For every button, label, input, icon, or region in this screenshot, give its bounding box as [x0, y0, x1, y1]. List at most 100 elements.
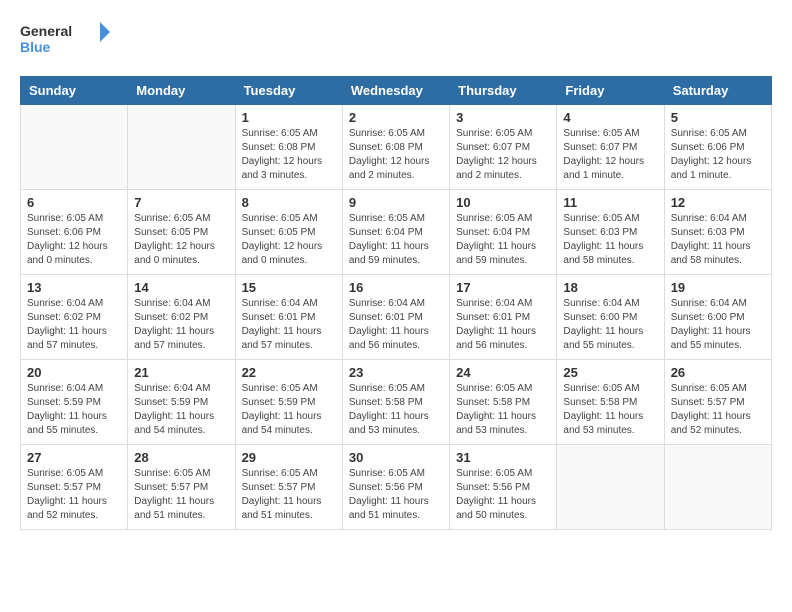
day-info: Sunrise: 6:04 AM Sunset: 6:01 PM Dayligh…: [456, 297, 550, 353]
calendar-day-cell: 27 Sunrise: 6:05 AM Sunset: 5:57 PM Dayli…: [21, 445, 128, 530]
day-number: 15: [242, 280, 336, 295]
calendar-day-cell: 22Sunrise: 6:05 AM Sunset: 5:59 PM Dayli…: [235, 360, 342, 445]
day-info: Sunrise: 6:04 AM Sunset: 6:01 PM Dayligh…: [242, 297, 336, 353]
day-info: Sunrise: 6:05 AM Sunset: 5:57 PM Dayligh…: [27, 467, 121, 523]
calendar-day-cell: 14Sunrise: 6:04 AM Sunset: 6:02 PM Dayli…: [128, 275, 235, 360]
day-number: 9: [349, 195, 443, 210]
day-number: 7: [134, 195, 228, 210]
calendar-day-cell: 21 Sunrise: 6:04 AM Sunset: 5:59 PM Dayli…: [128, 360, 235, 445]
calendar-day-cell: 29 Sunrise: 6:05 AM Sunset: 5:57 PM Dayli…: [235, 445, 342, 530]
logo-svg: General Blue: [20, 20, 110, 60]
day-number: 17: [456, 280, 550, 295]
calendar-table: SundayMondayTuesdayWednesdayThursdayFrid…: [20, 76, 772, 530]
day-number: 10: [456, 195, 550, 210]
calendar-week-row: 27 Sunrise: 6:05 AM Sunset: 5:57 PM Dayli…: [21, 445, 772, 530]
calendar-week-row: 1Sunrise: 6:05 AM Sunset: 6:08 PM Daylig…: [21, 105, 772, 190]
calendar-day-cell: [128, 105, 235, 190]
day-info: Sunrise: 6:04 AM Sunset: 6:00 PM Dayligh…: [563, 297, 657, 353]
day-info: Sunrise: 6:04 AM Sunset: 6:03 PM Dayligh…: [671, 212, 765, 268]
calendar-day-cell: 8Sunrise: 6:05 AM Sunset: 6:05 PM Daylig…: [235, 190, 342, 275]
calendar-day-cell: 30 Sunrise: 6:05 AM Sunset: 5:56 PM Dayli…: [342, 445, 449, 530]
day-info: Sunrise: 6:04 AM Sunset: 6:02 PM Dayligh…: [27, 297, 121, 353]
day-info: Sunrise: 6:05 AM Sunset: 5:56 PM Dayligh…: [456, 467, 550, 523]
calendar-day-cell: 2 Sunrise: 6:05 AM Sunset: 6:08 PM Daylig…: [342, 105, 449, 190]
day-of-week-header: Wednesday: [342, 77, 449, 105]
day-info: Sunrise: 6:05 AM Sunset: 6:07 PM Dayligh…: [456, 127, 550, 183]
day-of-week-header: Saturday: [664, 77, 771, 105]
day-number: 3: [456, 110, 550, 125]
calendar-week-row: 6 Sunrise: 6:05 AM Sunset: 6:06 PM Daylig…: [21, 190, 772, 275]
day-info: Sunrise: 6:05 AM Sunset: 5:58 PM Dayligh…: [349, 382, 443, 438]
calendar-day-cell: 20Sunrise: 6:04 AM Sunset: 5:59 PM Dayli…: [21, 360, 128, 445]
calendar-day-cell: 17 Sunrise: 6:04 AM Sunset: 6:01 PM Dayli…: [450, 275, 557, 360]
day-number: 14: [134, 280, 228, 295]
calendar-day-cell: 6 Sunrise: 6:05 AM Sunset: 6:06 PM Daylig…: [21, 190, 128, 275]
day-number: 2: [349, 110, 443, 125]
day-of-week-header: Friday: [557, 77, 664, 105]
day-info: Sunrise: 6:05 AM Sunset: 6:03 PM Dayligh…: [563, 212, 657, 268]
day-number: 18: [563, 280, 657, 295]
day-number: 30: [349, 450, 443, 465]
day-info: Sunrise: 6:04 AM Sunset: 6:01 PM Dayligh…: [349, 297, 443, 353]
day-number: 26: [671, 365, 765, 380]
calendar-day-cell: 18 Sunrise: 6:04 AM Sunset: 6:00 PM Dayli…: [557, 275, 664, 360]
page-header: General Blue: [20, 20, 772, 60]
day-number: 6: [27, 195, 121, 210]
calendar-day-cell: 4 Sunrise: 6:05 AM Sunset: 6:07 PM Daylig…: [557, 105, 664, 190]
calendar-day-cell: 16 Sunrise: 6:04 AM Sunset: 6:01 PM Dayli…: [342, 275, 449, 360]
calendar-day-cell: 23 Sunrise: 6:05 AM Sunset: 5:58 PM Dayli…: [342, 360, 449, 445]
day-number: 29: [242, 450, 336, 465]
day-number: 21: [134, 365, 228, 380]
day-number: 25: [563, 365, 657, 380]
calendar-day-cell: [21, 105, 128, 190]
day-info: Sunrise: 6:04 AM Sunset: 5:59 PM Dayligh…: [27, 382, 121, 438]
day-info: Sunrise: 6:05 AM Sunset: 5:57 PM Dayligh…: [242, 467, 336, 523]
calendar-day-cell: 12 Sunrise: 6:04 AM Sunset: 6:03 PM Dayli…: [664, 190, 771, 275]
day-number: 27: [27, 450, 121, 465]
calendar-week-row: 20Sunrise: 6:04 AM Sunset: 5:59 PM Dayli…: [21, 360, 772, 445]
day-info: Sunrise: 6:05 AM Sunset: 5:56 PM Dayligh…: [349, 467, 443, 523]
calendar-day-cell: 25 Sunrise: 6:05 AM Sunset: 5:58 PM Dayli…: [557, 360, 664, 445]
day-number: 8: [242, 195, 336, 210]
day-of-week-header: Thursday: [450, 77, 557, 105]
day-info: Sunrise: 6:05 AM Sunset: 6:04 PM Dayligh…: [349, 212, 443, 268]
day-info: Sunrise: 6:05 AM Sunset: 6:08 PM Dayligh…: [349, 127, 443, 183]
day-info: Sunrise: 6:05 AM Sunset: 6:08 PM Dayligh…: [242, 127, 336, 183]
calendar-day-cell: 9 Sunrise: 6:05 AM Sunset: 6:04 PM Daylig…: [342, 190, 449, 275]
day-number: 13: [27, 280, 121, 295]
calendar-day-cell: 10Sunrise: 6:05 AM Sunset: 6:04 PM Dayli…: [450, 190, 557, 275]
day-number: 23: [349, 365, 443, 380]
calendar-day-cell: 24 Sunrise: 6:05 AM Sunset: 5:58 PM Dayli…: [450, 360, 557, 445]
day-number: 4: [563, 110, 657, 125]
day-info: Sunrise: 6:05 AM Sunset: 5:59 PM Dayligh…: [242, 382, 336, 438]
svg-text:Blue: Blue: [20, 39, 51, 55]
day-info: Sunrise: 6:05 AM Sunset: 5:58 PM Dayligh…: [563, 382, 657, 438]
day-info: Sunrise: 6:04 AM Sunset: 5:59 PM Dayligh…: [134, 382, 228, 438]
day-number: 31: [456, 450, 550, 465]
day-of-week-header: Monday: [128, 77, 235, 105]
day-info: Sunrise: 6:05 AM Sunset: 6:06 PM Dayligh…: [671, 127, 765, 183]
day-number: 24: [456, 365, 550, 380]
day-number: 11: [563, 195, 657, 210]
svg-text:General: General: [20, 23, 72, 39]
day-number: 12: [671, 195, 765, 210]
day-info: Sunrise: 6:05 AM Sunset: 6:06 PM Dayligh…: [27, 212, 121, 268]
calendar-day-cell: 13 Sunrise: 6:04 AM Sunset: 6:02 PM Dayli…: [21, 275, 128, 360]
day-of-week-header: Sunday: [21, 77, 128, 105]
day-of-week-header: Tuesday: [235, 77, 342, 105]
day-number: 28: [134, 450, 228, 465]
calendar-day-cell: 28 Sunrise: 6:05 AM Sunset: 5:57 PM Dayli…: [128, 445, 235, 530]
calendar-day-cell: [557, 445, 664, 530]
day-number: 16: [349, 280, 443, 295]
day-info: Sunrise: 6:05 AM Sunset: 6:07 PM Dayligh…: [563, 127, 657, 183]
day-number: 5: [671, 110, 765, 125]
calendar-day-cell: [664, 445, 771, 530]
day-info: Sunrise: 6:04 AM Sunset: 6:00 PM Dayligh…: [671, 297, 765, 353]
day-info: Sunrise: 6:05 AM Sunset: 5:58 PM Dayligh…: [456, 382, 550, 438]
calendar-week-row: 13 Sunrise: 6:04 AM Sunset: 6:02 PM Dayli…: [21, 275, 772, 360]
day-info: Sunrise: 6:05 AM Sunset: 5:57 PM Dayligh…: [134, 467, 228, 523]
calendar-day-cell: 1Sunrise: 6:05 AM Sunset: 6:08 PM Daylig…: [235, 105, 342, 190]
day-info: Sunrise: 6:05 AM Sunset: 6:05 PM Dayligh…: [134, 212, 228, 268]
day-info: Sunrise: 6:05 AM Sunset: 5:57 PM Dayligh…: [671, 382, 765, 438]
calendar-day-cell: 31 Sunrise: 6:05 AM Sunset: 5:56 PM Dayli…: [450, 445, 557, 530]
